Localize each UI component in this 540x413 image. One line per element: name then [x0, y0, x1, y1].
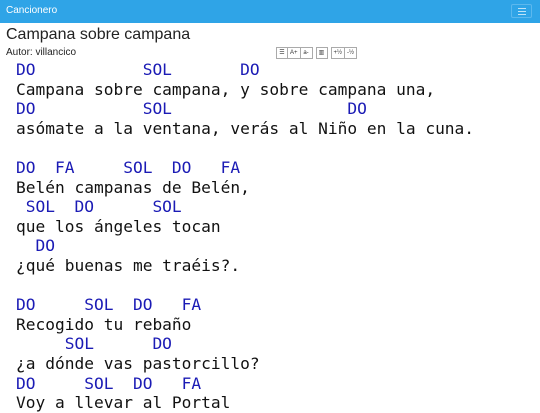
- chord-line: SOL DO: [16, 334, 172, 354]
- song-author: Autor: villancico: [6, 47, 77, 58]
- top-navbar: Cancionero: [0, 0, 540, 23]
- chord-line: DO SOL DO FA: [16, 295, 202, 315]
- lyric-line: asómate a la ventana, verás al Niño en l…: [16, 118, 475, 138]
- lyric-line: ¿qué buenas me traéis?.: [16, 255, 241, 275]
- lyric-line: ¿a dónde vas pastorcillo?: [16, 353, 260, 373]
- transpose-down-button[interactable]: -½: [345, 47, 358, 59]
- chord-line: DO: [16, 236, 55, 256]
- lyric-line: que los ángeles tocan: [16, 216, 221, 236]
- lyric-line: Voy a llevar al Portal: [16, 393, 231, 413]
- chord-line: DO SOL DO: [16, 99, 367, 119]
- font-increase-button[interactable]: A+: [288, 47, 301, 59]
- toolbar-group-main: ☰ A+ a-: [276, 47, 313, 59]
- app-brand[interactable]: Cancionero: [6, 5, 57, 16]
- song-title: Campana sobre campana: [6, 26, 191, 43]
- transpose-up-button[interactable]: +½: [330, 47, 346, 59]
- lyric-line: Recogido tu rebaño: [16, 314, 192, 334]
- chord-line: DO SOL DO: [16, 60, 260, 79]
- song-body: DO SOL DO Campana sobre campana, y sobre …: [16, 60, 474, 413]
- list-icon-button[interactable]: ☰: [276, 47, 288, 59]
- song-toolbar: ☰ A+ a- ▥ +½ -½: [276, 47, 358, 59]
- columns-icon-button[interactable]: ▥: [315, 47, 328, 59]
- hamburger-menu-icon[interactable]: [511, 4, 532, 18]
- font-decrease-button[interactable]: a-: [300, 47, 313, 59]
- toolbar-group-transpose: +½ -½: [330, 47, 358, 59]
- lyric-line: Campana sobre campana, y sobre campana u…: [16, 79, 436, 99]
- chord-line: DO FA SOL DO FA: [16, 157, 241, 177]
- chord-line: DO SOL DO FA: [16, 373, 202, 393]
- chord-line: SOL DO SOL: [16, 197, 182, 217]
- lyric-line: Belén campanas de Belén,: [16, 177, 250, 197]
